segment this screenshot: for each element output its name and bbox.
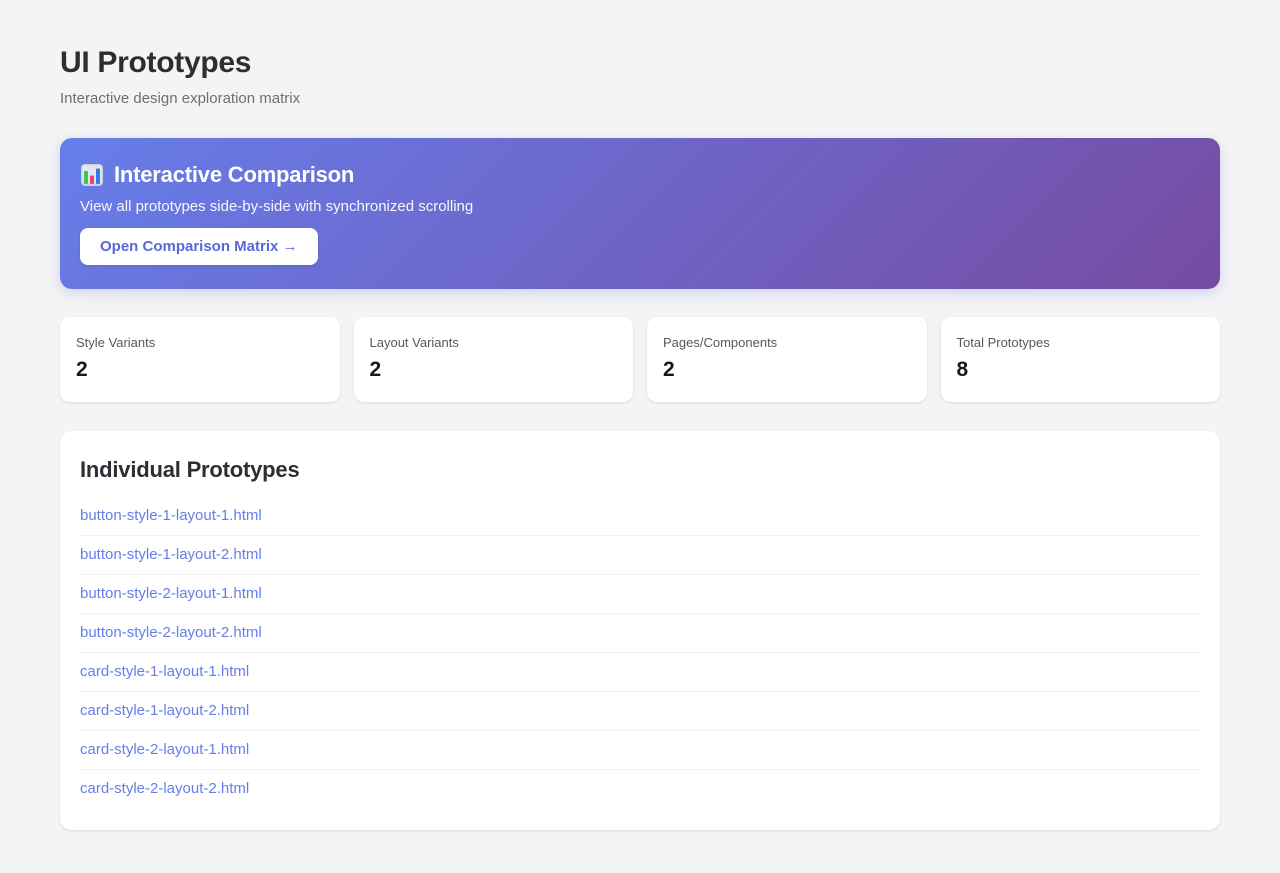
stat-card-total-prototypes: Total Prototypes 8 xyxy=(940,317,1220,402)
stat-card-style-variants: Style Variants 2 xyxy=(60,317,340,402)
stat-value: 8 xyxy=(956,358,969,381)
banner-description: View all prototypes side-by-side with sy… xyxy=(80,198,474,215)
prototype-link[interactable]: card-style-1-layout-1.html xyxy=(80,653,1200,691)
stat-label: Style Variants xyxy=(76,335,156,350)
stat-value: 2 xyxy=(76,358,88,381)
list-item: card-style-1-layout-2.html xyxy=(80,692,1200,731)
stat-card-layout-variants: Layout Variants 2 xyxy=(353,317,633,402)
banner-title: Interactive Comparison xyxy=(114,162,355,187)
prototype-link[interactable]: card-style-1-layout-2.html xyxy=(80,692,1200,730)
page-title: UI Prototypes xyxy=(60,46,252,79)
list-item: button-style-1-layout-2.html xyxy=(80,536,1200,575)
stat-label: Pages/Components xyxy=(663,335,778,350)
list-item: button-style-2-layout-1.html xyxy=(80,575,1200,614)
bar-chart-icon xyxy=(80,163,104,187)
prototype-link[interactable]: card-style-2-layout-1.html xyxy=(80,731,1200,769)
stat-card-pages-components: Pages/Components 2 xyxy=(647,317,927,402)
prototype-link[interactable]: button-style-1-layout-2.html xyxy=(80,536,1200,574)
page-subtitle: Interactive design exploration matrix xyxy=(60,90,301,107)
comparison-banner: Interactive Comparison View all prototyp… xyxy=(60,138,1220,289)
list-item: card-style-2-layout-1.html xyxy=(80,731,1200,770)
list-item: card-style-1-layout-1.html xyxy=(80,653,1200,692)
stats-row: Style Variants 2 Layout Variants 2 Pages… xyxy=(60,317,1220,402)
open-comparison-matrix-button[interactable]: Open Comparison Matrix → xyxy=(80,228,318,265)
stat-label: Total Prototypes xyxy=(956,335,1050,350)
list-item: button-style-1-layout-1.html xyxy=(80,497,1200,536)
stat-label: Layout Variants xyxy=(369,335,459,350)
prototype-list: button-style-1-layout-1.html button-styl… xyxy=(80,497,1200,808)
stat-value: 2 xyxy=(663,358,675,381)
stat-value: 2 xyxy=(369,358,382,381)
prototype-link[interactable]: card-style-2-layout-2.html xyxy=(80,770,1200,808)
prototype-link[interactable]: button-style-2-layout-1.html xyxy=(80,575,1200,613)
individual-prototypes-heading: Individual Prototypes xyxy=(80,457,300,482)
banner-title-row: Interactive Comparison xyxy=(80,162,1200,188)
list-item: button-style-2-layout-2.html xyxy=(80,614,1200,653)
prototype-link[interactable]: button-style-1-layout-1.html xyxy=(80,497,1200,535)
individual-prototypes-card: Individual Prototypes button-style-1-lay… xyxy=(60,431,1220,830)
page-container: UI Prototypes Interactive design explora… xyxy=(0,0,1280,870)
list-item: card-style-2-layout-2.html xyxy=(80,770,1200,808)
prototype-link[interactable]: button-style-2-layout-2.html xyxy=(80,614,1200,652)
